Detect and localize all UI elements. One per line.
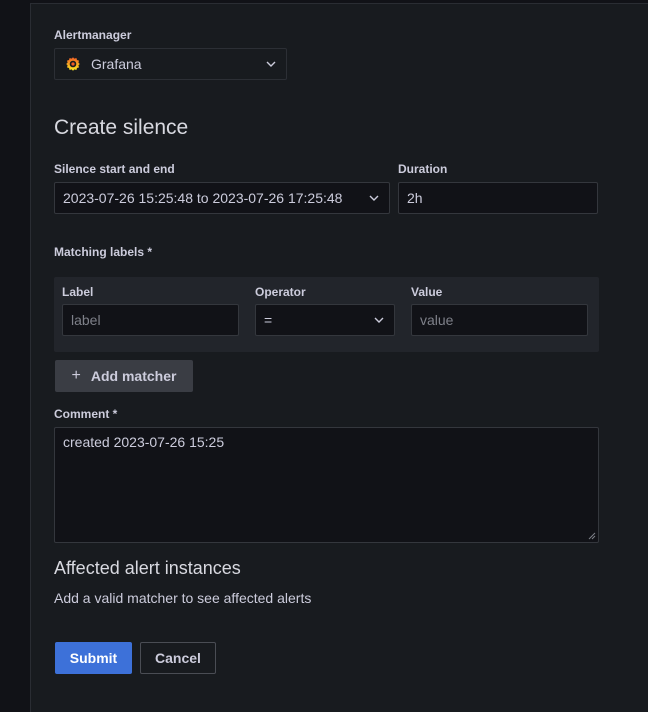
- silence-period-value: 2023-07-26 15:25:48 to 2023-07-26 17:25:…: [63, 190, 343, 206]
- alertmanager-select[interactable]: Grafana: [54, 48, 287, 80]
- matcher-label-placeholder: label: [71, 312, 101, 328]
- matcher-value-placeholder: value: [420, 312, 454, 328]
- plus-icon: +: [71, 367, 81, 384]
- grafana-logo-icon: [66, 57, 80, 71]
- matcher-label-column: Label: [62, 285, 94, 299]
- duration-input[interactable]: 2h: [398, 182, 598, 214]
- comment-label: Comment *: [54, 407, 118, 421]
- add-matcher-button[interactable]: + Add matcher: [55, 360, 193, 392]
- alertmanager-label: Alertmanager: [54, 28, 132, 42]
- affected-alerts-title: Affected alert instances: [54, 558, 241, 578]
- silence-period-label: Silence start and end: [54, 162, 175, 176]
- comment-value: created 2023-07-26 15:25: [63, 434, 225, 450]
- matcher-operator-column: Operator: [255, 285, 306, 299]
- silence-period-picker[interactable]: 2023-07-26 15:25:48 to 2023-07-26 17:25:…: [54, 182, 390, 214]
- chevron-down-icon: [266, 61, 276, 67]
- matcher-operator-value: =: [264, 312, 273, 328]
- left-sidebar-strip: [0, 0, 30, 712]
- matcher-row: Label Operator Value label = value: [54, 277, 599, 352]
- matcher-operator-select[interactable]: =: [255, 304, 395, 336]
- cancel-button[interactable]: Cancel: [140, 642, 216, 674]
- create-silence-panel: Alertmanager Grafana Create silence Sile…: [30, 3, 648, 712]
- matching-labels-title: Matching labels *: [54, 245, 153, 259]
- affected-alerts-message: Add a valid matcher to see affected aler…: [54, 590, 312, 606]
- page-title: Create silence: [54, 116, 189, 139]
- add-matcher-label: Add matcher: [90, 368, 177, 384]
- matcher-value-input[interactable]: value: [411, 304, 588, 336]
- alertmanager-selected-value: Grafana: [91, 56, 142, 72]
- matcher-label-input[interactable]: label: [62, 304, 239, 336]
- comment-textarea[interactable]: created 2023-07-26 15:25: [54, 427, 599, 543]
- submit-button[interactable]: Submit: [55, 642, 132, 674]
- matcher-value-column: Value: [411, 285, 443, 299]
- duration-label: Duration: [398, 162, 448, 176]
- chevron-down-icon: [369, 195, 379, 201]
- resize-grip-icon[interactable]: [588, 532, 596, 540]
- chevron-down-icon: [374, 317, 384, 323]
- duration-value: 2h: [407, 190, 423, 206]
